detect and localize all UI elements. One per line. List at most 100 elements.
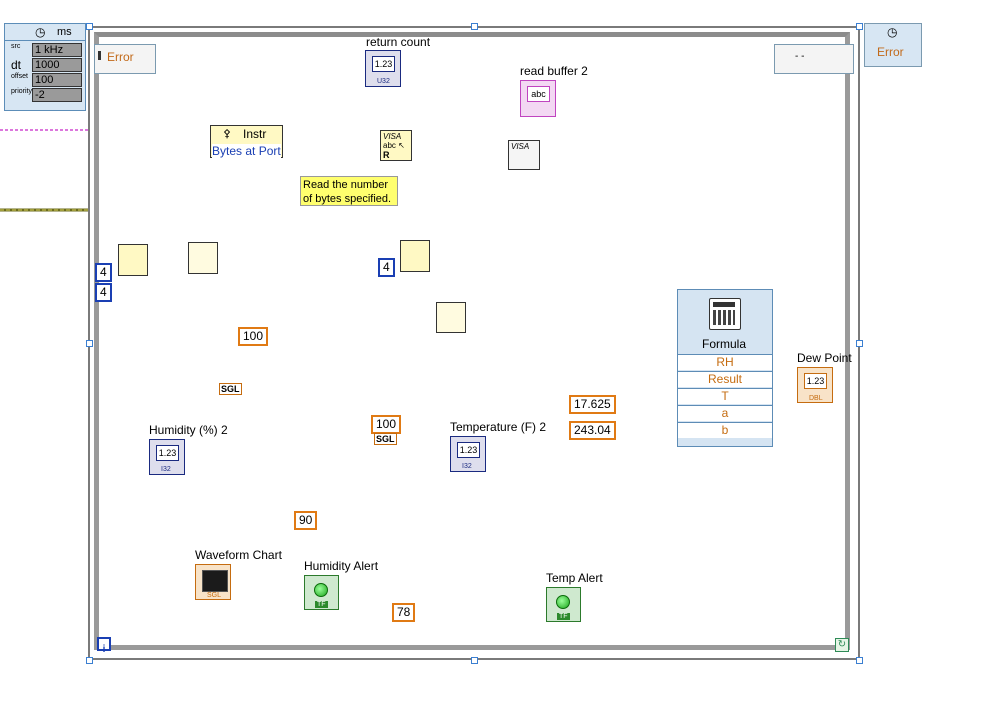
temperature-label: Temperature (F) 2	[450, 420, 547, 434]
error-out-cluster[interactable]: ◷ Error	[864, 23, 922, 67]
a-constant[interactable]: 17.625	[569, 395, 616, 414]
error-out-label: Error	[877, 45, 904, 59]
timing-row-dt[interactable]: dt 1000	[7, 58, 83, 72]
humidity-alert-label: Humidity Alert	[304, 559, 379, 573]
error-in-cluster[interactable]: Error	[94, 44, 156, 74]
formula-input-b[interactable]: b	[678, 422, 772, 438]
visa-read-r: R	[383, 150, 390, 160]
visa-close-node[interactable]: VISA	[508, 140, 540, 170]
to-sgl-node-2[interactable]: SGL	[374, 433, 397, 445]
iteration-label: i	[102, 644, 106, 655]
timing-row-offset[interactable]: offset 100	[7, 73, 83, 87]
timing-key: offset	[11, 73, 28, 80]
dbl-tag: DBL	[809, 395, 823, 402]
dew-point-value: 1.23	[804, 373, 827, 389]
formula-node[interactable]: Formula RH Result T a b	[677, 289, 773, 447]
read-buffer-value: abc	[527, 86, 550, 102]
timing-key: src	[11, 43, 21, 50]
clock-icon: ◷	[35, 25, 46, 39]
led-icon	[314, 583, 328, 597]
tf-tag: TF	[315, 601, 328, 608]
calculator-icon	[709, 298, 741, 330]
string-subset-node-1[interactable]	[118, 244, 148, 276]
resize-handle[interactable]	[86, 23, 93, 30]
timing-value: 1 kHz	[32, 43, 82, 57]
resize-handle[interactable]	[86, 340, 93, 347]
error-in-bar-icon	[98, 51, 101, 60]
led-icon	[556, 595, 570, 609]
tf-tag: TF	[557, 613, 570, 620]
timing-header[interactable]: ◷ ms	[4, 23, 86, 41]
humidity-value: 1.23	[156, 445, 179, 461]
return-count-indicator[interactable]: 1.23 U32	[365, 50, 401, 87]
formula-input-a[interactable]: a	[678, 405, 772, 421]
timing-key: dt	[11, 58, 22, 72]
humidity-alert-led[interactable]: TF	[304, 575, 339, 610]
visa-read-icon: VISA	[383, 132, 402, 141]
i32-tag: I32	[161, 466, 171, 473]
waveform-chart-terminal[interactable]: SGL	[195, 564, 231, 600]
comment-note: Read the number of bytes specified.	[300, 176, 398, 206]
error-in-label: Error	[107, 50, 134, 64]
b-constant[interactable]: 243.04	[569, 421, 616, 440]
type-cast-node-2[interactable]	[436, 302, 466, 333]
iteration-terminal[interactable]: i	[97, 637, 111, 655]
u32-tag: U32	[377, 78, 390, 85]
formula-input-t[interactable]: T	[678, 388, 772, 404]
dew-point-indicator[interactable]: 1.23 DBL	[797, 367, 833, 403]
humidity-indicator[interactable]: 1.23 I32	[149, 439, 185, 475]
length-constant[interactable]: 4	[95, 283, 112, 302]
clock-icon: ◷	[887, 25, 898, 39]
offset-constant-2[interactable]: 4	[378, 258, 395, 277]
resize-handle[interactable]	[856, 23, 863, 30]
resize-handle[interactable]	[471, 23, 478, 30]
formula-input-rh[interactable]: RH	[678, 354, 772, 370]
read-buffer-label: read buffer 2	[520, 64, 588, 78]
error-shift-register[interactable]: - -	[774, 44, 854, 74]
shift-register-icon: - -	[795, 51, 805, 62]
timing-unit: ms	[57, 26, 72, 38]
timing-row-source[interactable]: src 1 kHz	[7, 43, 83, 57]
property-node[interactable]: ⚴ Instr Bytes at Port	[210, 125, 283, 158]
temperature-value: 1.23	[457, 442, 480, 458]
visa-read-node[interactable]: VISA abc ↖ R	[380, 130, 412, 161]
visa-close-icon: VISA	[511, 142, 530, 151]
timing-value: 100	[32, 73, 82, 87]
divisor-constant-2[interactable]: 100	[371, 415, 402, 434]
temperature-indicator[interactable]: 1.23 I32	[450, 436, 486, 472]
key-icon: ⚴	[223, 128, 232, 140]
divisor-constant-1[interactable]: 100	[238, 327, 269, 346]
resize-handle[interactable]	[471, 657, 478, 664]
string-subset-node-2[interactable]	[400, 240, 430, 272]
i32-tag: I32	[462, 463, 472, 470]
resize-handle[interactable]	[856, 340, 863, 347]
timing-value: -2	[32, 88, 82, 102]
temp-alert-label: Temp Alert	[546, 571, 603, 585]
type-cast-node-1[interactable]	[188, 242, 218, 274]
return-count-value: 1.23	[372, 56, 395, 72]
property-name: Bytes at Port	[212, 144, 281, 158]
resize-handle[interactable]	[86, 657, 93, 664]
humidity-threshold-constant[interactable]: 90	[294, 511, 318, 530]
visa-read-abc: abc ↖	[383, 141, 405, 150]
resize-handle[interactable]	[856, 657, 863, 664]
sgl-tag: SGL	[207, 592, 222, 599]
property-class: Instr	[243, 127, 267, 141]
chart-icon	[202, 570, 228, 592]
humidity-label: Humidity (%) 2	[149, 423, 228, 437]
return-count-label: return count	[366, 35, 431, 49]
read-buffer-indicator[interactable]: abc	[520, 80, 556, 117]
formula-title: Formula	[702, 337, 747, 351]
temp-alert-led[interactable]: TF	[546, 587, 581, 622]
timing-row-priority[interactable]: priority -2	[7, 88, 83, 102]
waveform-chart-label: Waveform Chart	[195, 548, 282, 562]
timing-body: src 1 kHz dt 1000 offset 100 priority -2	[4, 41, 86, 111]
dew-point-label: Dew Point	[797, 351, 852, 365]
offset-constant[interactable]: 4	[95, 263, 112, 282]
timing-value: 1000	[32, 58, 82, 72]
timing-key: priority	[11, 88, 33, 95]
loop-condition-icon[interactable]: ↻	[835, 638, 849, 652]
temp-threshold-constant[interactable]: 78	[392, 603, 416, 622]
formula-output-result[interactable]: Result	[678, 371, 772, 387]
to-sgl-node-1[interactable]: SGL	[219, 383, 242, 395]
